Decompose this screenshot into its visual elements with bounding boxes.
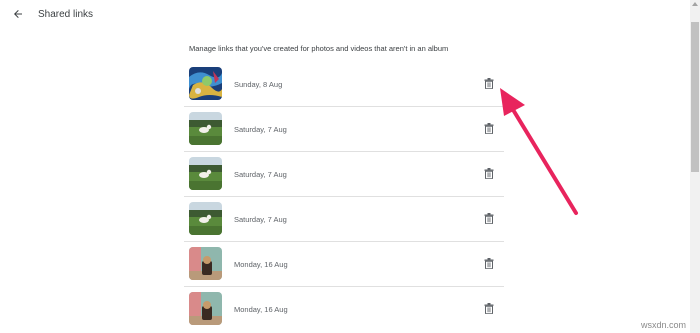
delete-button[interactable] xyxy=(483,78,495,92)
row-date: Saturday, 7 Aug xyxy=(234,170,287,179)
list-item[interactable]: Monday, 16 Aug xyxy=(184,287,504,332)
delete-button[interactable] xyxy=(483,123,495,137)
delete-button[interactable] xyxy=(483,303,495,317)
app-header: Shared links xyxy=(0,0,700,32)
thumbnail-abstract-blue[interactable] xyxy=(189,67,222,100)
shared-links-list: Sunday, 8 Aug Saturday, 7 Aug Saturday, … xyxy=(184,62,504,332)
thumbnail-park-dog[interactable] xyxy=(189,202,222,235)
thumbnail-park-dog[interactable] xyxy=(189,112,222,145)
list-item[interactable]: Monday, 16 Aug xyxy=(184,242,504,287)
delete-button[interactable] xyxy=(483,168,495,182)
page-description: Manage links that you've created for pho… xyxy=(189,44,449,53)
trash-icon xyxy=(484,76,494,94)
delete-button[interactable] xyxy=(483,213,495,227)
trash-icon xyxy=(484,121,494,139)
scroll-up-icon[interactable] xyxy=(692,2,698,6)
page-title: Shared links xyxy=(38,9,94,20)
annotation-arrow-icon xyxy=(500,88,578,215)
row-date: Saturday, 7 Aug xyxy=(234,125,287,134)
trash-icon xyxy=(484,256,494,274)
trash-icon xyxy=(484,166,494,184)
thumbnail-indoor-object[interactable] xyxy=(189,247,222,280)
row-date: Monday, 16 Aug xyxy=(234,305,288,314)
thumbnail-park-dog[interactable] xyxy=(189,157,222,190)
vertical-scrollbar[interactable] xyxy=(690,0,700,333)
list-item[interactable]: Saturday, 7 Aug xyxy=(184,197,504,242)
watermark: wsxdn.com xyxy=(640,320,686,330)
back-button[interactable] xyxy=(8,6,28,26)
list-item[interactable]: Saturday, 7 Aug xyxy=(184,107,504,152)
delete-button[interactable] xyxy=(483,258,495,272)
trash-icon xyxy=(484,211,494,229)
scrollbar-thumb[interactable] xyxy=(691,22,699,172)
arrow-back-icon xyxy=(12,7,24,25)
list-item[interactable]: Saturday, 7 Aug xyxy=(184,152,504,197)
thumbnail-indoor-object[interactable] xyxy=(189,292,222,325)
row-date: Sunday, 8 Aug xyxy=(234,80,283,89)
row-date: Monday, 16 Aug xyxy=(234,260,288,269)
trash-icon xyxy=(484,301,494,319)
list-item[interactable]: Sunday, 8 Aug xyxy=(184,62,504,107)
row-date: Saturday, 7 Aug xyxy=(234,215,287,224)
